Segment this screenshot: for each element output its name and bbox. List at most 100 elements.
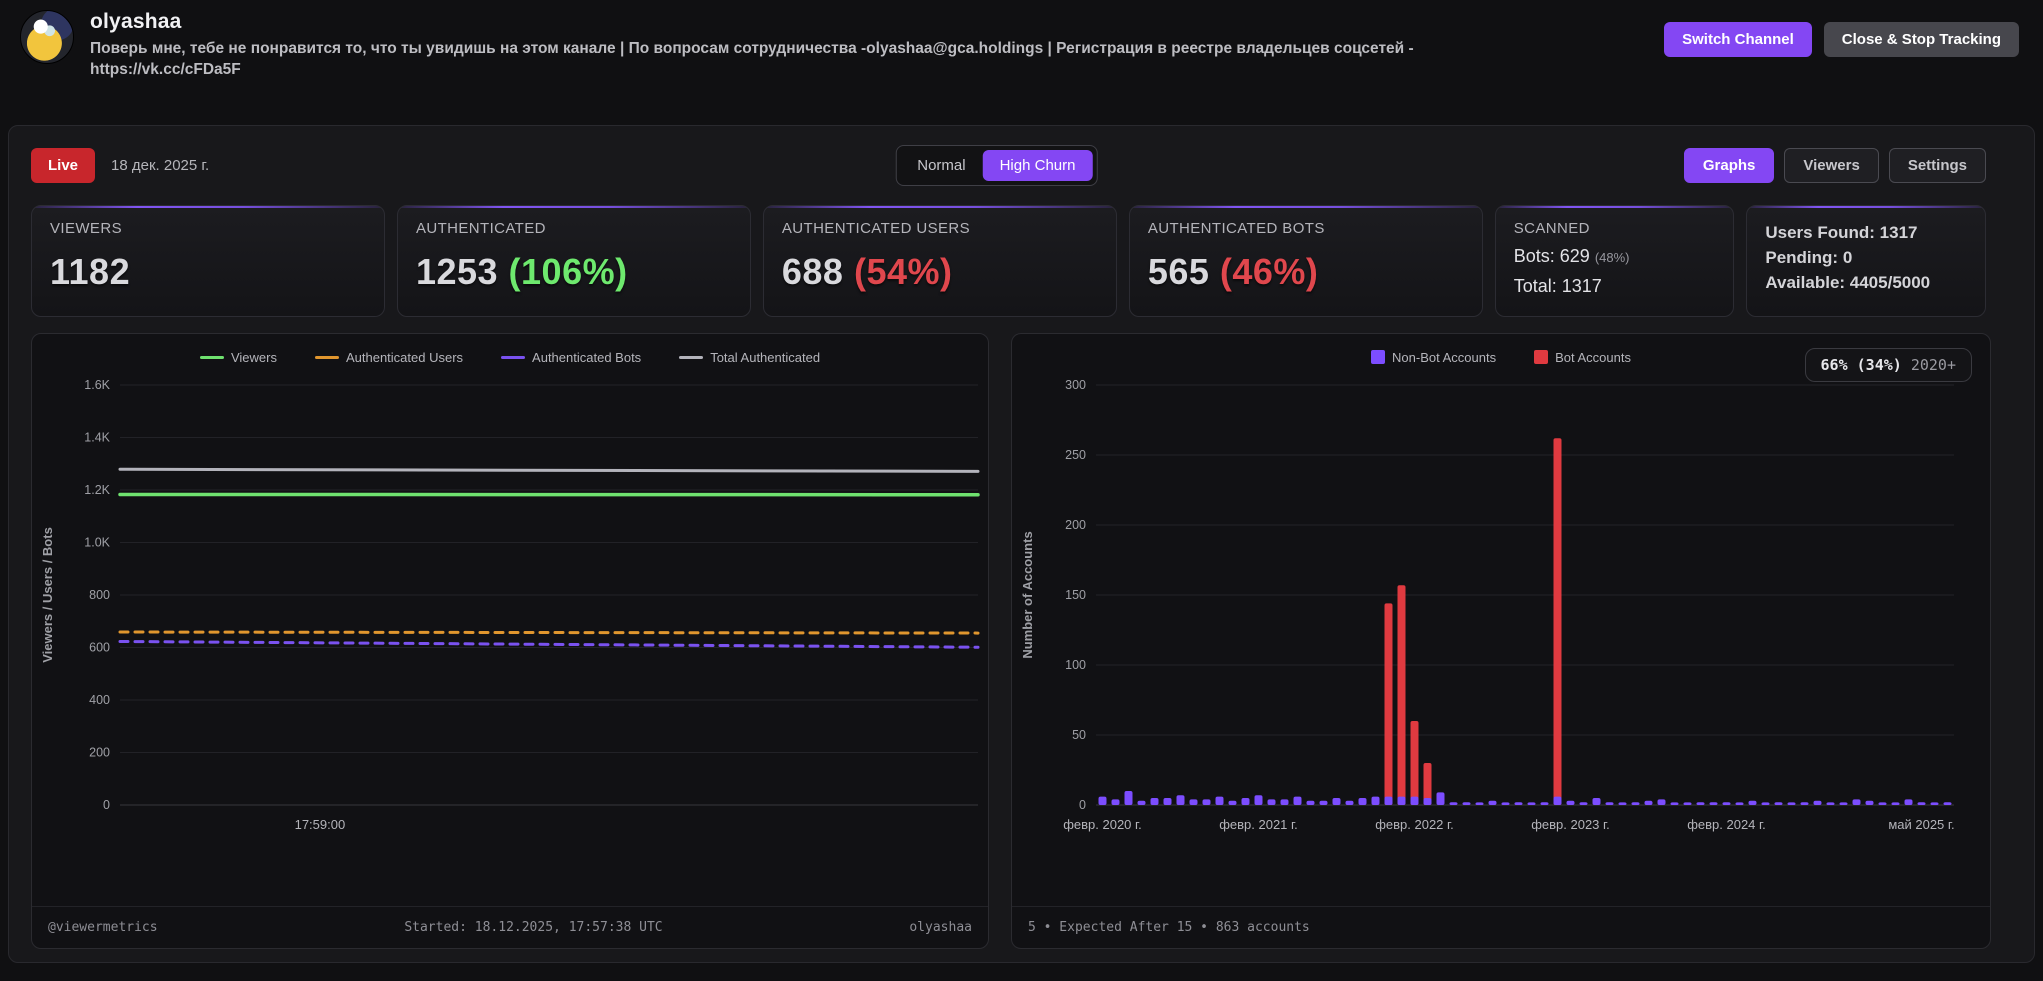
legend-item-total-auth[interactable]: Total Authenticated — [679, 350, 820, 365]
total-auth-line-swatch — [679, 355, 704, 359]
live-status-badge: Live — [31, 147, 96, 183]
svg-text:февр. 2021 г.: февр. 2021 г. — [1219, 817, 1298, 832]
stat-percent: (54%) — [853, 250, 953, 292]
stats-row: VIEWERS 1182 AUTHENTICATED 1253 (106%) A… — [31, 204, 1986, 317]
legend-label: Non-Bot Accounts — [1392, 349, 1497, 365]
badge-suffix: 2020+ — [1901, 355, 1956, 374]
mode-high-churn-option[interactable]: High Churn — [982, 149, 1093, 181]
svg-text:февр. 2022 г.: февр. 2022 г. — [1375, 817, 1454, 832]
legend-label: Bot Accounts — [1555, 349, 1631, 365]
legend-item-auth-bots[interactable]: Authenticated Bots — [501, 350, 641, 365]
svg-text:800: 800 — [89, 588, 110, 602]
channel-description: Поверь мне, тебе не понравится то, что т… — [90, 39, 1414, 81]
svg-text:0: 0 — [1079, 798, 1086, 812]
svg-text:1.0K: 1.0K — [84, 535, 110, 549]
tracking-started-label: Started: 18.12.2025, 17:57:38 UTC — [404, 919, 663, 935]
svg-text:февр. 2023 г.: февр. 2023 г. — [1531, 817, 1610, 832]
switch-channel-button[interactable]: Switch Channel — [1664, 22, 1812, 57]
svg-text:200: 200 — [89, 745, 110, 759]
svg-text:Number of Accounts: Number of Accounts — [1020, 531, 1035, 658]
stat-label: AUTHENTICATED USERS — [781, 219, 971, 237]
legend-label: Viewers — [230, 349, 277, 365]
stat-label: VIEWERS — [50, 219, 122, 237]
scanned-bots-percent: (48%) — [1594, 249, 1630, 265]
tracker-panel: Live 18 дек. 2025 г. Normal High Churn G… — [8, 124, 2035, 963]
channel-avatar — [20, 10, 74, 64]
svg-text:50: 50 — [1072, 728, 1086, 742]
quota-users-found: Users Found: 1317 — [1765, 222, 1918, 242]
channel-description-line1: Поверь мне, тебе не понравится то, что т… — [90, 40, 1414, 57]
stat-card-auth-bots: AUTHENTICATED BOTS 565 (46%) — [1128, 204, 1483, 317]
stat-number: 565 — [1147, 250, 1220, 292]
scanned-bots-count: Bots: 629 — [1513, 245, 1595, 266]
svg-text:400: 400 — [89, 693, 110, 707]
mode-normal-option[interactable]: Normal — [900, 150, 982, 181]
channel-description-link: https://vk.cc/cFDa5F — [90, 60, 241, 78]
svg-text:250: 250 — [1065, 448, 1086, 462]
scanned-total-line: Total: 1317 — [1513, 275, 1602, 296]
stat-card-authenticated: AUTHENTICATED 1253 (106%) — [396, 204, 751, 317]
viewers-line-chart-panel: Viewers Authenticated Users Authenticate… — [31, 332, 989, 949]
svg-text:1.2K: 1.2K — [84, 483, 110, 497]
scanned-bots-line: Bots: 629 (48%) — [1514, 246, 1716, 267]
stat-label: AUTHENTICATED BOTS — [1147, 219, 1325, 237]
churn-mode-toggle: Normal High Churn — [895, 144, 1098, 186]
controls-row: Live 18 дек. 2025 г. Normal High Churn G… — [31, 144, 1986, 186]
stat-number: 1253 — [415, 250, 509, 292]
svg-text:150: 150 — [1065, 588, 1086, 602]
tab-settings[interactable]: Settings — [1888, 147, 1986, 183]
stat-number: 688 — [781, 250, 854, 292]
legend-item-viewers[interactable]: Viewers — [199, 349, 277, 365]
non-bot-swatch — [1371, 350, 1386, 365]
stat-card-scanned: SCANNED Bots: 629 (48%) Total: 1317 — [1494, 204, 1735, 317]
line-chart-footer: @viewermetrics Started: 18.12.2025, 17:5… — [32, 905, 988, 948]
legend-label: Total Authenticated — [710, 349, 821, 365]
svg-text:февр. 2024 г.: февр. 2024 г. — [1687, 817, 1766, 832]
footer-channel-name: olyashaa — [909, 919, 972, 935]
stat-card-viewers: VIEWERS 1182 — [31, 204, 385, 317]
svg-text:Viewers / Users / Bots: Viewers / Users / Bots — [40, 527, 55, 663]
stat-percent: (106%) — [508, 250, 628, 292]
stat-value-auth-users: 688 (54%) — [782, 251, 1098, 293]
stat-label: AUTHENTICATED — [415, 219, 546, 237]
legend-item-bot-accounts[interactable]: Bot Accounts — [1534, 350, 1631, 365]
account-age-percent-badge: 66% (34%) 2020+ — [1804, 347, 1972, 382]
legend-label: Authenticated Bots — [532, 349, 642, 365]
badge-percent: 66% (34%) — [1820, 355, 1902, 374]
stat-value-auth-bots: 565 (46%) — [1148, 251, 1464, 293]
expected-accounts-label: 5 • Expected After 15 • 863 accounts — [1028, 919, 1310, 935]
stat-percent: (46%) — [1219, 250, 1319, 292]
legend-label: Authenticated Users — [345, 349, 464, 365]
auth-bots-line-swatch — [501, 355, 526, 359]
legend-item-non-bot-accounts[interactable]: Non-Bot Accounts — [1371, 350, 1496, 365]
svg-text:1.4K: 1.4K — [84, 430, 110, 444]
charts-row: Viewers Authenticated Users Authenticate… — [31, 332, 1991, 952]
svg-text:600: 600 — [89, 640, 110, 654]
close-stop-tracking-button[interactable]: Close & Stop Tracking — [1823, 22, 2019, 57]
account-age-bar-chart-panel: Non-Bot Accounts Bot Accounts 66% (34%) … — [1011, 332, 1991, 949]
bot-swatch — [1534, 350, 1549, 365]
legend-item-auth-users[interactable]: Authenticated Users — [314, 349, 464, 365]
tab-graphs[interactable]: Graphs — [1683, 147, 1775, 183]
stat-value-authenticated: 1253 (106%) — [416, 251, 732, 293]
svg-text:200: 200 — [1065, 518, 1086, 532]
stat-label: SCANNED — [1513, 219, 1590, 237]
stat-value-viewers: 1182 — [50, 250, 131, 292]
channel-header: olyashaa Поверь мне, тебе не понравится … — [0, 0, 2043, 81]
viewers-line-chart: 1.6K 1.4K 1.2K 1.0K 800 600 400 200 0 17:59:00 Vie… — [40, 378, 980, 832]
svg-text:300: 300 — [1065, 378, 1086, 392]
channel-name: olyashaa — [90, 10, 182, 33]
tab-viewers[interactable]: Viewers — [1784, 147, 1879, 183]
watermark-handle: @viewermetrics — [48, 919, 158, 935]
stream-date: 18 дек. 2025 г. — [111, 156, 210, 174]
quota-pending: Pending: 0 — [1765, 247, 1853, 267]
svg-text:май 2025 г.: май 2025 г. — [1888, 817, 1954, 832]
svg-text:февр. 2020 г.: февр. 2020 г. — [1063, 817, 1142, 832]
stat-card-auth-users: AUTHENTICATED USERS 688 (54%) — [762, 204, 1117, 317]
svg-text:1.6K: 1.6K — [84, 378, 110, 392]
quota-available: Available: 4405/5000 — [1765, 272, 1931, 292]
stat-card-quota: Users Found: 1317 Pending: 0 Available: … — [1746, 204, 1986, 317]
svg-text:17:59:00: 17:59:00 — [295, 817, 346, 832]
svg-text:0: 0 — [103, 798, 110, 812]
line-chart-legend: Viewers Authenticated Users Authenticate… — [32, 334, 988, 369]
